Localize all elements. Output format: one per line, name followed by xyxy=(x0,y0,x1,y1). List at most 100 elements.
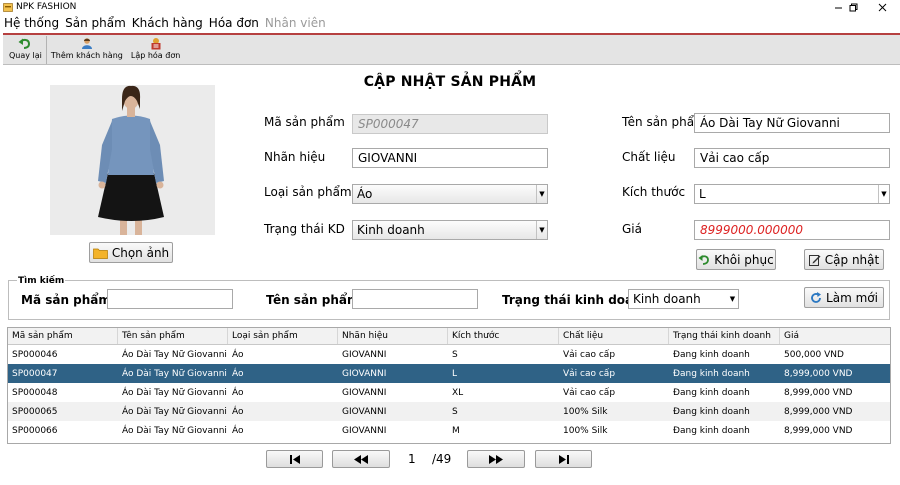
table-cell: Áo Dài Tay Nữ Giovanni xyxy=(122,368,227,379)
window-title: NPK FASHION xyxy=(16,2,77,12)
material-value: Vải cao cấp xyxy=(700,151,770,165)
table-cell: GIOVANNI xyxy=(342,387,387,398)
column-header[interactable]: Giá xyxy=(780,328,890,344)
price-field[interactable]: 8999000.000000 xyxy=(694,220,890,240)
category-value: Áo xyxy=(357,187,373,201)
invoice-icon xyxy=(151,38,161,50)
update-button[interactable]: Cập nhật xyxy=(804,249,884,270)
table-header: Mã sản phẩm Tên sản phẩm Loại sản phẩm N… xyxy=(8,328,890,345)
table-cell: S xyxy=(452,349,458,360)
column-header[interactable]: Chất liệu xyxy=(559,328,669,344)
table-cell: Đang kinh doanh xyxy=(673,406,750,417)
column-header[interactable]: Loại sản phẩm xyxy=(228,328,338,344)
refresh-label: Làm mới xyxy=(826,290,878,305)
column-header[interactable]: Tên sản phẩm xyxy=(118,328,228,344)
menu-bar: Hệ thống Sản phẩm Khách hàng Hóa đơn Nhâ… xyxy=(0,14,900,32)
category-select[interactable]: Áo ▼ xyxy=(352,184,548,204)
restore-label: Khôi phục xyxy=(714,252,774,267)
close-window-button[interactable] xyxy=(870,0,894,14)
search-status-select[interactable]: Kinh doanh ▼ xyxy=(628,289,739,309)
brand-field[interactable]: GIOVANNI xyxy=(352,148,548,168)
table-cell: L xyxy=(452,368,458,379)
refresh-button[interactable]: Làm mới xyxy=(804,287,884,308)
table-cell: SP000066 xyxy=(12,425,58,436)
table-cell: Áo xyxy=(232,368,244,379)
product-photo-illustration xyxy=(50,85,215,235)
price-label: Giá xyxy=(622,222,642,236)
search-status-value: Kinh doanh xyxy=(633,292,701,306)
add-customer-label: Thêm khách hàng xyxy=(50,51,123,60)
folder-icon xyxy=(92,247,108,259)
column-header[interactable]: Mã sản phẩm xyxy=(8,328,118,344)
column-header[interactable]: Trạng thái kinh doanh xyxy=(669,328,780,344)
column-header[interactable]: Nhãn hiệu xyxy=(338,328,448,344)
table-cell: 8,999,000 VND xyxy=(784,425,853,436)
table-cell: Áo xyxy=(232,387,244,398)
product-code-field: SP000047 xyxy=(352,114,548,134)
brand-value: GIOVANNI xyxy=(358,151,418,165)
back-button[interactable]: Quay lại xyxy=(3,35,46,64)
choose-image-label: Chọn ảnh xyxy=(111,245,170,260)
add-customer-button[interactable]: Thêm khách hàng xyxy=(47,35,127,64)
table-cell: Áo Dài Tay Nữ Giovanni xyxy=(122,349,227,360)
table-cell: Đang kinh doanh xyxy=(673,425,750,436)
edit-icon xyxy=(808,254,821,266)
brand-label: Nhãn hiệu xyxy=(264,150,326,164)
chevron-down-icon: ▼ xyxy=(536,185,547,203)
table-row[interactable]: SP000046 Áo Dài Tay Nữ Giovanni Áo GIOVANNI… xyxy=(8,345,890,364)
table-row[interactable]: SP000047 Áo Dài Tay Nữ Giovanni Áo GIOVANNI… xyxy=(8,364,890,383)
table-cell: Áo xyxy=(232,425,244,436)
column-header[interactable]: Kích thước xyxy=(448,328,559,344)
material-field[interactable]: Vải cao cấp xyxy=(694,148,890,168)
current-page: 1 xyxy=(408,452,416,466)
choose-image-button[interactable]: Chọn ảnh xyxy=(89,242,173,263)
search-name-label: Tên sản phẩm: xyxy=(266,293,365,307)
status-value: Kinh doanh xyxy=(357,223,425,237)
table-cell: Đang kinh doanh xyxy=(673,368,750,379)
close-icon xyxy=(878,3,886,11)
table-cell: Vải cao cấp xyxy=(563,387,616,398)
menu-he-thong[interactable]: Hệ thống xyxy=(4,16,59,30)
first-page-button[interactable] xyxy=(266,450,323,468)
size-select[interactable]: L ▼ xyxy=(694,184,890,204)
table-cell: Vải cao cấp xyxy=(563,349,616,360)
restore-button[interactable]: Khôi phục xyxy=(696,249,776,270)
table-cell: 8,999,000 VND xyxy=(784,368,853,379)
table-cell: Vải cao cấp xyxy=(563,368,616,379)
create-invoice-label: Lập hóa đơn xyxy=(130,51,181,60)
size-label: Kích thước xyxy=(622,185,686,199)
table-cell: GIOVANNI xyxy=(342,349,387,360)
menu-khach-hang[interactable]: Khách hàng xyxy=(132,16,203,30)
undo-icon xyxy=(698,254,710,265)
table-row[interactable]: SP000065 Áo Dài Tay Nữ Giovanni D... Áo GIO… xyxy=(8,402,890,421)
chevron-down-icon: ▼ xyxy=(536,221,547,239)
table-cell: XL xyxy=(452,387,464,398)
add-customer-icon xyxy=(81,38,92,49)
product-code-label: Mã sản phẩm xyxy=(264,115,345,129)
material-label: Chất liệu xyxy=(622,150,676,164)
table-row[interactable]: SP000066 Áo Dài Tay Nữ Giovanni D... Áo GIO… xyxy=(8,421,890,440)
table-cell: GIOVANNI xyxy=(342,425,387,436)
product-table[interactable]: Mã sản phẩm Tên sản phẩm Loại sản phẩm N… xyxy=(7,327,891,444)
create-invoice-button[interactable]: Lập hóa đơn xyxy=(127,35,184,64)
previous-page-button[interactable] xyxy=(332,450,390,468)
search-name-input[interactable] xyxy=(352,289,478,309)
search-code-label: Mã sản phẩm: xyxy=(21,293,116,307)
product-name-field[interactable]: Áo Dài Tay Nữ Giovanni xyxy=(694,113,890,133)
table-cell: SP000065 xyxy=(12,406,58,417)
table-cell: Áo Dài Tay Nữ Giovanni D... xyxy=(122,406,228,417)
category-label: Loại sản phẩm xyxy=(264,185,352,199)
table-row[interactable]: SP000048 Áo Dài Tay Nữ Giovanni Áo GIOVANNI… xyxy=(8,383,890,402)
menu-hoa-don[interactable]: Hóa đơn xyxy=(209,16,259,30)
table-cell: Đang kinh doanh xyxy=(673,387,750,398)
maximize-button[interactable] xyxy=(841,0,865,14)
status-select[interactable]: Kinh doanh ▼ xyxy=(352,220,548,240)
next-page-button[interactable] xyxy=(467,450,525,468)
back-arrow-icon xyxy=(18,38,31,49)
update-label: Cập nhật xyxy=(824,252,880,267)
menu-san-pham[interactable]: Sản phẩm xyxy=(65,16,126,30)
last-page-button[interactable] xyxy=(535,450,592,468)
search-code-input[interactable] xyxy=(107,289,233,309)
rewind-icon xyxy=(354,454,368,464)
table-cell: 500,000 VND xyxy=(784,349,844,360)
